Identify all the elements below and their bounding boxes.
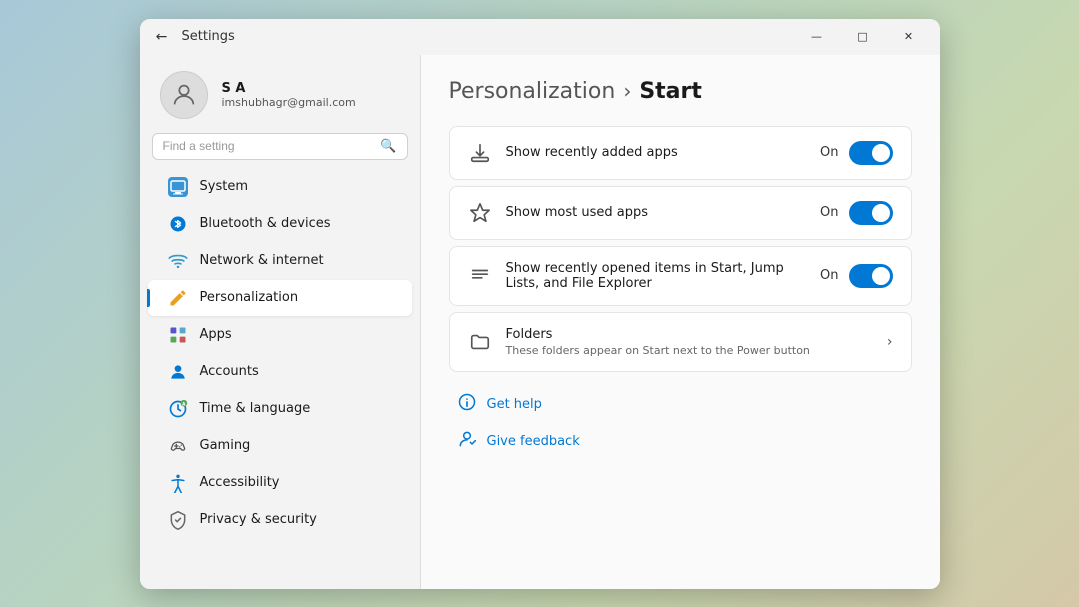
folders-text: Folders These folders appear on Start ne…: [506, 327, 873, 357]
time-icon: A: [168, 399, 188, 419]
bluetooth-icon: [168, 214, 188, 234]
back-button[interactable]: ←: [148, 23, 176, 51]
get-help-link[interactable]: Get help: [453, 386, 908, 423]
folders-control: ›: [887, 334, 893, 350]
accounts-icon: [168, 362, 188, 382]
most-used-control: On: [820, 201, 892, 225]
privacy-icon: [168, 510, 188, 530]
breadcrumb-separator: ›: [623, 79, 631, 103]
content-area: S A imshubhagr@gmail.com 🔍: [140, 55, 940, 589]
recently-added-row: Show recently added apps On: [450, 127, 911, 179]
sidebar-item-apps[interactable]: Apps: [148, 317, 412, 353]
user-info: S A imshubhagr@gmail.com: [222, 81, 356, 109]
breadcrumb-parent: Personalization: [449, 79, 616, 104]
sidebar-item-accessibility[interactable]: Accessibility: [148, 465, 412, 501]
sidebar-item-label-accounts: Accounts: [200, 364, 259, 379]
folders-label: Folders: [506, 327, 873, 342]
titlebar: ← Settings — □ ✕: [140, 19, 940, 55]
most-used-card: Show most used apps On: [449, 186, 912, 240]
breadcrumb-current: Start: [639, 79, 702, 104]
folders-chevron-icon: ›: [887, 334, 893, 350]
recently-opened-control: On: [820, 264, 892, 288]
window-controls: — □ ✕: [794, 19, 932, 55]
gaming-icon: [168, 436, 188, 456]
search-box[interactable]: 🔍: [152, 133, 408, 160]
recently-added-label: Show recently added apps: [506, 145, 807, 160]
apps-icon: [168, 325, 188, 345]
user-name: S A: [222, 81, 356, 96]
network-icon: [168, 251, 188, 271]
sidebar-item-bluetooth[interactable]: Bluetooth & devices: [148, 206, 412, 242]
most-used-toggle-thumb: [872, 204, 890, 222]
sidebar-item-privacy[interactable]: Privacy & security: [148, 502, 412, 538]
search-icon: 🔍: [380, 139, 396, 154]
minimize-button[interactable]: —: [794, 19, 840, 55]
sidebar-item-label-privacy: Privacy & security: [200, 512, 317, 527]
sidebar-item-network[interactable]: Network & internet: [148, 243, 412, 279]
get-help-icon: [457, 392, 477, 417]
most-used-icon: [468, 201, 492, 225]
get-help-label: Get help: [487, 397, 542, 412]
recently-added-card: Show recently added apps On: [449, 126, 912, 180]
sidebar-item-label-system: System: [200, 179, 248, 194]
sidebar-item-label-accessibility: Accessibility: [200, 475, 280, 490]
recently-opened-label: Show recently opened items in Start, Jum…: [506, 261, 807, 291]
recently-added-toggle[interactable]: [849, 141, 893, 165]
close-button[interactable]: ✕: [886, 19, 932, 55]
most-used-toggle[interactable]: [849, 201, 893, 225]
user-email: imshubhagr@gmail.com: [222, 96, 356, 109]
sidebar-item-system[interactable]: System: [148, 169, 412, 205]
most-used-row: Show most used apps On: [450, 187, 911, 239]
avatar: [160, 71, 208, 119]
user-section: S A imshubhagr@gmail.com: [140, 55, 420, 133]
recently-opened-text: Show recently opened items in Start, Jum…: [506, 261, 807, 291]
folders-row[interactable]: Folders These folders appear on Start ne…: [450, 313, 911, 371]
sidebar-item-label-gaming: Gaming: [200, 438, 251, 453]
main-content: Personalization › Start Show recently ad…: [421, 55, 940, 589]
recently-added-icon: [468, 141, 492, 165]
sidebar-item-label-apps: Apps: [200, 327, 232, 342]
breadcrumb: Personalization › Start: [449, 79, 912, 104]
sidebar-item-label-time: Time & language: [200, 401, 311, 416]
system-icon: [168, 177, 188, 197]
recently-opened-toggle[interactable]: [849, 264, 893, 288]
maximize-button[interactable]: □: [840, 19, 886, 55]
feedback-link[interactable]: Give feedback: [453, 423, 908, 460]
sidebar-item-label-personalization: Personalization: [200, 290, 299, 305]
recently-added-control: On: [820, 141, 892, 165]
settings-window: ← Settings — □ ✕: [140, 19, 940, 589]
recently-opened-status: On: [820, 268, 838, 283]
recently-opened-toggle-thumb: [872, 267, 890, 285]
window-title: Settings: [182, 29, 794, 44]
recently-opened-card: Show recently opened items in Start, Jum…: [449, 246, 912, 306]
most-used-label: Show most used apps: [506, 205, 807, 220]
sidebar: S A imshubhagr@gmail.com 🔍: [140, 55, 420, 589]
sidebar-item-label-bluetooth: Bluetooth & devices: [200, 216, 331, 231]
feedback-icon: [457, 429, 477, 454]
help-section: Get help Give feedback: [449, 386, 912, 460]
sidebar-item-label-network: Network & internet: [200, 253, 324, 268]
sidebar-item-time[interactable]: A Time & language: [148, 391, 412, 427]
folders-icon: [468, 330, 492, 354]
search-input[interactable]: [163, 139, 375, 153]
recently-opened-row: Show recently opened items in Start, Jum…: [450, 247, 911, 305]
recently-added-status: On: [820, 145, 838, 160]
most-used-status: On: [820, 205, 838, 220]
sidebar-item-accounts[interactable]: Accounts: [148, 354, 412, 390]
folders-card[interactable]: Folders These folders appear on Start ne…: [449, 312, 912, 372]
recently-added-toggle-thumb: [872, 144, 890, 162]
most-used-text: Show most used apps: [506, 205, 807, 220]
accessibility-icon: [168, 473, 188, 493]
sidebar-item-gaming[interactable]: Gaming: [148, 428, 412, 464]
recently-opened-icon: [468, 264, 492, 288]
recently-added-text: Show recently added apps: [506, 145, 807, 160]
feedback-label: Give feedback: [487, 434, 580, 449]
folders-desc: These folders appear on Start next to th…: [506, 344, 873, 357]
sidebar-nav: System Bluetooth & devices: [140, 168, 420, 539]
sidebar-item-personalization[interactable]: Personalization: [148, 280, 412, 316]
personalization-icon: [168, 288, 188, 308]
